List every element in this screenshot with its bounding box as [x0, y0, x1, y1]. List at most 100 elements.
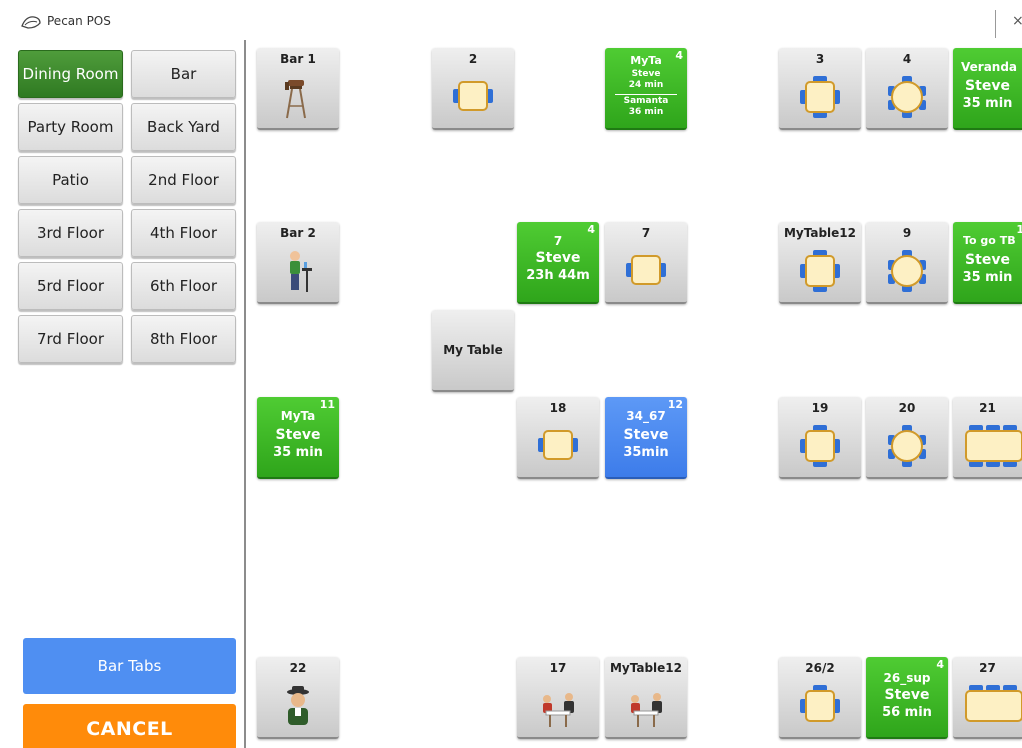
table-26-sup-occupied[interactable]: 4 26_sup Steve 56 min — [866, 657, 948, 739]
table-label: MyTable12 — [783, 226, 857, 240]
elapsed-time: 35min — [623, 445, 669, 460]
square-table-icon — [453, 81, 493, 111]
server-name: Samanta — [623, 96, 669, 106]
elapsed-time: 35 min — [273, 445, 323, 460]
long-table-icon — [965, 685, 1022, 722]
room-5rd-floor[interactable]: 5rd Floor — [18, 262, 123, 310]
server-name: Steve — [884, 687, 930, 703]
table-2[interactable]: 2 — [432, 48, 514, 130]
server-name: Steve — [275, 427, 321, 443]
table-label: Bar 1 — [280, 52, 316, 66]
server-name: Steve — [631, 69, 661, 79]
table-4[interactable]: 4 — [866, 48, 948, 130]
elapsed-time: 35 min — [962, 270, 1013, 285]
table-label: 19 — [811, 401, 829, 415]
table-label: 21 — [979, 401, 996, 415]
table-label: 34_67 — [626, 409, 666, 423]
elapsed-time: 56 min — [882, 705, 932, 720]
bar-tabs-button[interactable]: Bar Tabs — [23, 638, 236, 694]
square-table-icon — [800, 250, 840, 292]
table-veranda-occupied[interactable]: Veranda Steve 35 min — [953, 48, 1022, 130]
table-label: 22 — [289, 661, 307, 675]
table-label: 7 — [553, 234, 563, 248]
table-21[interactable]: 21 — [953, 397, 1022, 479]
server-name: Steve — [535, 250, 581, 266]
table-label: 26/2 — [805, 661, 835, 675]
diners-icon — [543, 693, 574, 727]
room-4th-floor[interactable]: 4th Floor — [131, 209, 236, 257]
title-bar: Pecan POS × — [0, 0, 1022, 40]
app-title: Pecan POS — [47, 14, 111, 28]
table-bar-2[interactable]: Bar 2 — [257, 222, 339, 304]
room-dining-room[interactable]: Dining Room — [18, 50, 123, 98]
table-label: 20 — [898, 401, 916, 415]
room-3rd-floor[interactable]: 3rd Floor — [18, 209, 123, 257]
round-table-icon — [888, 76, 926, 118]
square-table-icon — [800, 685, 840, 722]
pecan-logo-icon — [21, 16, 41, 29]
seat-count: 4 — [936, 658, 944, 671]
table-label: 18 — [549, 401, 567, 415]
table-label: My Table — [443, 343, 503, 357]
table-to-go-occupied[interactable]: 1 To go TB Steve 35 min — [953, 222, 1022, 304]
table-9[interactable]: 9 — [866, 222, 948, 304]
square-table-icon — [800, 425, 840, 467]
table-myta-11-occupied[interactable]: 11 MyTa Steve 35 min — [257, 397, 339, 479]
table-3[interactable]: 3 — [779, 48, 861, 130]
elapsed-time: 35 min — [962, 96, 1013, 111]
table-27[interactable]: 27 — [953, 657, 1022, 739]
waiter-icon — [287, 686, 309, 725]
room-6th-floor[interactable]: 6th Floor — [131, 262, 236, 310]
room-party-room[interactable]: Party Room — [18, 103, 123, 151]
round-table-icon — [888, 250, 926, 292]
table-label: Bar 2 — [280, 226, 316, 240]
close-icon[interactable]: × — [1012, 13, 1022, 29]
panel-divider — [244, 40, 246, 748]
table-mytable12[interactable]: MyTable12 — [779, 222, 861, 304]
table-26-2[interactable]: 26/2 — [779, 657, 861, 739]
split-divider — [615, 94, 677, 95]
server-name: Steve — [965, 78, 1010, 94]
table-18[interactable]: 18 — [517, 397, 599, 479]
table-bar-1[interactable]: Bar 1 — [257, 48, 339, 130]
table-label: To go TB — [963, 234, 1016, 247]
bar-person-icon — [290, 251, 312, 292]
table-19[interactable]: 19 — [779, 397, 861, 479]
table-my-table[interactable]: My Table — [432, 310, 514, 392]
table-label: 3 — [815, 52, 825, 66]
table-label: 9 — [902, 226, 912, 240]
table-7-occupied[interactable]: 4 7 Steve 23h 44m — [517, 222, 599, 304]
cancel-button[interactable]: CANCEL — [23, 704, 236, 748]
long-table-icon — [965, 425, 1022, 467]
table-label: 17 — [549, 661, 567, 675]
table-label: 4 — [902, 52, 912, 66]
table-label: 27 — [979, 661, 996, 675]
table-label: MyTa — [630, 54, 662, 67]
table-34-67-selected[interactable]: 12 34_67 Steve 35min — [605, 397, 687, 479]
square-table-icon — [800, 76, 840, 118]
server-name: Steve — [623, 427, 669, 443]
room-2nd-floor[interactable]: 2nd Floor — [131, 156, 236, 204]
table-20[interactable]: 20 — [866, 397, 948, 479]
square-table-icon — [626, 255, 666, 285]
table-label: 7 — [641, 226, 651, 240]
room-patio[interactable]: Patio — [18, 156, 123, 204]
table-myta-occupied[interactable]: 4 MyTa Steve 24 min Samanta 36 min — [605, 48, 687, 130]
diners-icon — [631, 693, 662, 727]
bar-stool-icon — [285, 80, 306, 119]
elapsed-time: 24 min — [628, 80, 664, 90]
table-label: Veranda — [961, 60, 1018, 74]
room-back-yard[interactable]: Back Yard — [131, 103, 236, 151]
table-17[interactable]: 17 — [517, 657, 599, 739]
title-separator — [995, 10, 996, 38]
round-table-icon — [888, 425, 926, 467]
room-bar[interactable]: Bar — [131, 50, 236, 98]
table-mytable12-diners[interactable]: MyTable12 — [605, 657, 687, 739]
table-label: MyTa — [280, 409, 316, 423]
table-7[interactable]: 7 — [605, 222, 687, 304]
table-label: 26_sup — [883, 671, 931, 685]
room-8th-floor[interactable]: 8th Floor — [131, 315, 236, 363]
room-7rd-floor[interactable]: 7rd Floor — [18, 315, 123, 363]
table-22[interactable]: 22 — [257, 657, 339, 739]
square-table-icon — [538, 430, 578, 460]
